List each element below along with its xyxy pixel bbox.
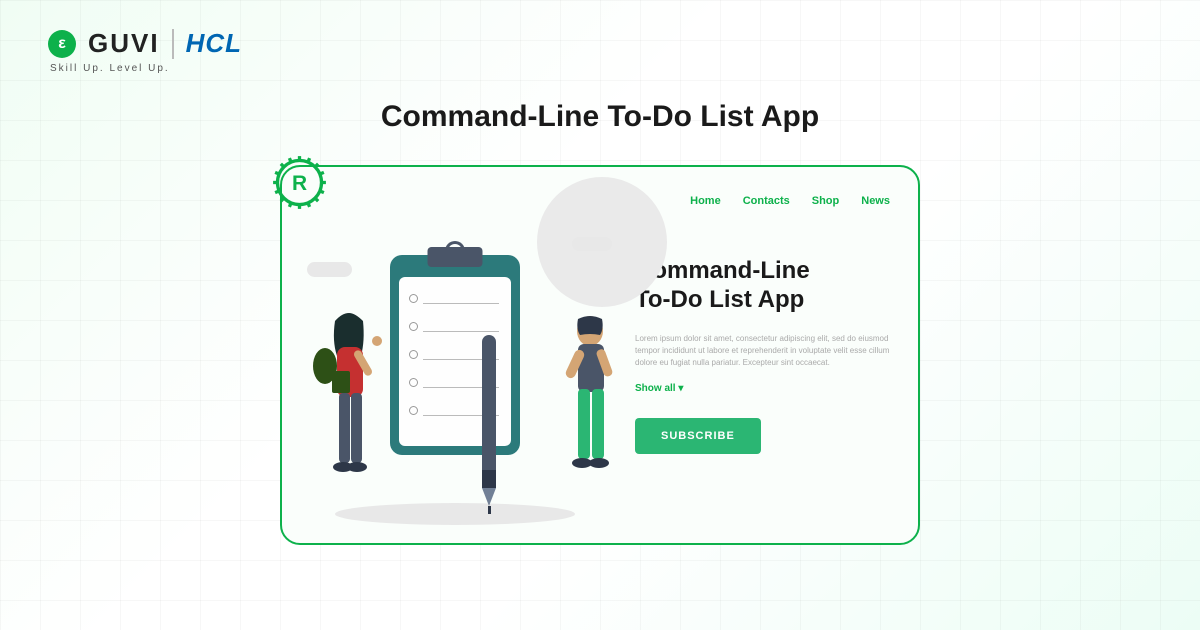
cloud-icon bbox=[572, 237, 612, 251]
pen-icon bbox=[482, 335, 496, 515]
logo-area: ε GUVI HCL Skill Up. Level Up. bbox=[48, 28, 242, 74]
clipboard-icon bbox=[390, 255, 520, 455]
person-left-icon bbox=[307, 311, 402, 511]
card-nav: Home Contacts Shop News bbox=[635, 195, 890, 207]
preview-card: R bbox=[280, 165, 920, 545]
subscribe-button[interactable]: SUBSCRIBE bbox=[635, 418, 761, 454]
guvi-icon: ε bbox=[48, 30, 76, 58]
card-heading: Command-Line To-Do List App bbox=[635, 257, 890, 315]
tagline: Skill Up. Level Up. bbox=[50, 63, 242, 74]
nav-news[interactable]: News bbox=[861, 195, 890, 207]
illustration-panel bbox=[282, 167, 627, 543]
svg-text:R: R bbox=[292, 172, 307, 195]
page-title: Command-Line To-Do List App bbox=[381, 100, 819, 134]
guvi-logo-text: GUVI bbox=[88, 28, 160, 59]
nav-contacts[interactable]: Contacts bbox=[743, 195, 790, 207]
show-all-link[interactable]: Show all ▾ bbox=[635, 383, 890, 394]
nav-shop[interactable]: Shop bbox=[812, 195, 840, 207]
logo-divider bbox=[172, 29, 174, 59]
cloud-icon bbox=[307, 262, 352, 277]
logo-row: ε GUVI HCL bbox=[48, 28, 242, 59]
person-right-icon bbox=[542, 311, 637, 511]
hcl-logo-text: HCL bbox=[186, 28, 242, 59]
nav-home[interactable]: Home bbox=[690, 195, 721, 207]
content-panel: Home Contacts Shop News Command-Line To-… bbox=[627, 167, 918, 543]
card-description: Lorem ipsum dolor sit amet, consectetur … bbox=[635, 333, 890, 369]
rust-icon: R bbox=[272, 155, 327, 210]
